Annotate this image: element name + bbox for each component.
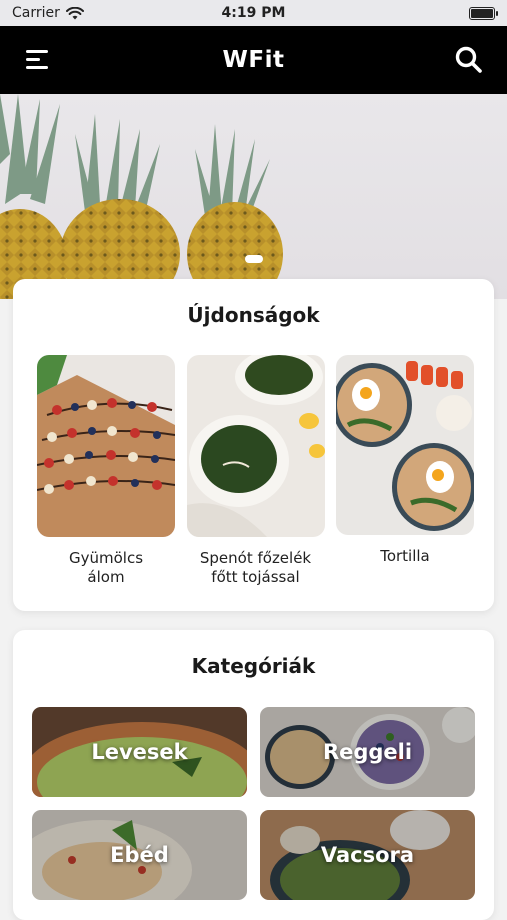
category-soups[interactable]: Levesek	[32, 707, 247, 797]
category-breakfast[interactable]: Reggeli	[260, 707, 475, 797]
menu-icon	[26, 50, 48, 53]
fruit-skewers-image	[37, 355, 175, 537]
carousel-dot[interactable]	[244, 255, 263, 263]
recipe-label: Gyümölcs álom	[68, 549, 144, 586]
category-label: Levesek	[91, 740, 188, 764]
categories-card: Kategóriák Levesek Reggeli Ebéd Vacsora	[13, 630, 494, 920]
menu-icon-line	[26, 66, 48, 69]
category-label: Ebéd	[110, 843, 169, 867]
status-bar: Carrier 4:19 PM	[0, 0, 507, 26]
new-recipes-card: Újdonságok Gyümölcs álom Spenót főzelék …	[13, 279, 494, 611]
carrier-label: Carrier	[12, 5, 60, 21]
recipe-thumbnail	[37, 355, 175, 537]
recipe-item-tortilla[interactable]: Tortilla	[336, 355, 474, 587]
recipe-item-spinach[interactable]: Spenót főzelék főtt tojással	[186, 355, 325, 587]
menu-button[interactable]	[22, 46, 52, 74]
category-label: Vacsora	[320, 843, 415, 867]
search-icon[interactable]	[453, 44, 485, 76]
categories-title: Kategóriák	[191, 654, 316, 678]
category-label: Reggeli	[322, 740, 413, 764]
new-recipes-title: Újdonságok	[187, 303, 320, 327]
recipe-label: Spenót főzelék főtt tojással	[199, 549, 312, 586]
app-title: WFit	[222, 47, 285, 73]
tortilla-image	[336, 355, 474, 535]
recipe-item-fruit[interactable]: Gyümölcs álom	[37, 355, 175, 587]
battery-icon	[469, 6, 498, 20]
recipe-label: Tortilla	[380, 547, 430, 565]
recipe-thumbnail	[336, 355, 474, 535]
categories-grid: Levesek Reggeli Ebéd Vacsora	[32, 707, 475, 900]
recipe-thumbnail	[186, 355, 325, 537]
menu-icon-line	[26, 58, 40, 61]
nav-bar: WFit	[0, 26, 507, 94]
category-dinner[interactable]: Vacsora	[260, 810, 475, 900]
hero-banner[interactable]	[0, 94, 507, 299]
wifi-icon	[65, 6, 84, 19]
pineapple-image	[0, 94, 283, 299]
carousel-indicator	[0, 255, 507, 263]
new-recipes-list: Gyümölcs álom Spenót főzelék főtt tojáss…	[37, 355, 474, 587]
spinach-soup-image	[186, 355, 325, 537]
status-left: Carrier	[12, 5, 84, 21]
category-lunch[interactable]: Ebéd	[32, 810, 247, 900]
